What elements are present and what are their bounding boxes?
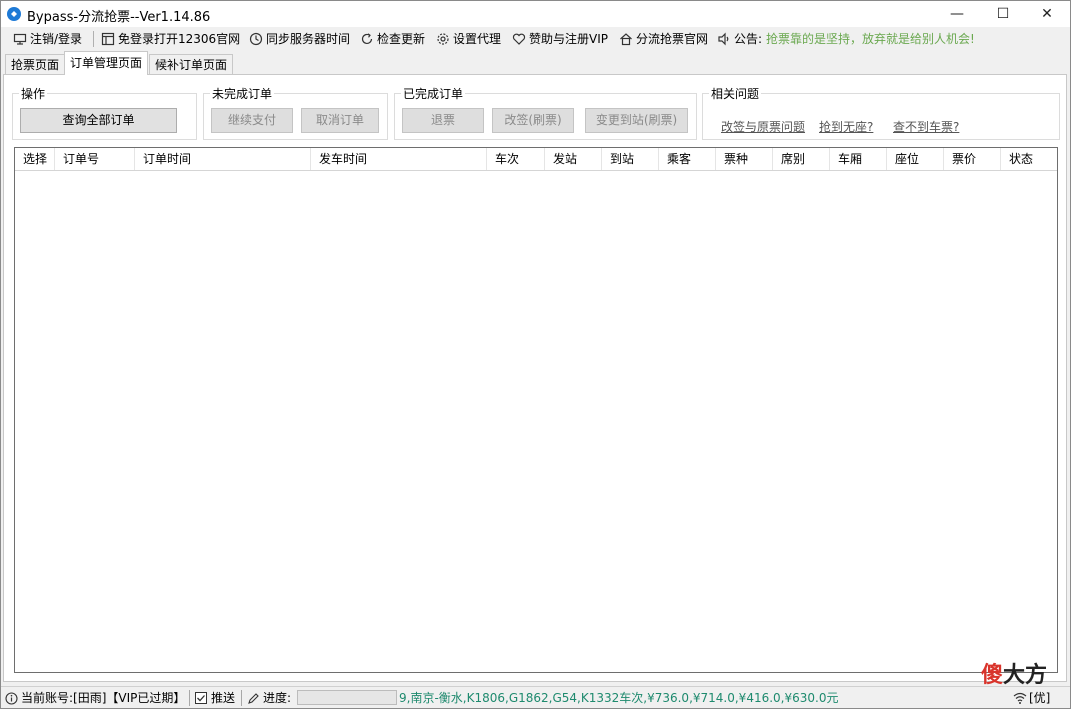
home-icon: [619, 32, 633, 46]
set-proxy-label: 设置代理: [453, 32, 502, 46]
check-update-button[interactable]: 检查更新: [360, 30, 425, 48]
status-divider: [241, 690, 242, 706]
orders-table[interactable]: 选择 订单号 订单时间 发车时间 车次 发站 到站 乘客 票种 席别 车厢 座位…: [14, 147, 1058, 673]
progress-label: 进度:: [263, 691, 292, 705]
app-window: Bypass-分流抢票--Ver1.14.86 — ☐ ✕ 注销/登录 免登录打…: [0, 0, 1071, 709]
watermark-part1: 傻: [981, 663, 1004, 688]
continue-pay-button[interactable]: 继续支付: [211, 108, 293, 133]
column-header-price[interactable]: 票价: [944, 148, 1001, 170]
column-header-passenger[interactable]: 乘客: [659, 148, 716, 170]
push-checkbox[interactable]: 推送: [195, 690, 235, 706]
clock-icon: [249, 32, 263, 46]
network-quality: [优]: [1029, 691, 1051, 705]
account-status: 当前账号:[田雨]【VIP已过期】: [5, 690, 185, 706]
change-ticket-button[interactable]: 改签(刷票): [492, 108, 574, 133]
sponsor-vip-label: 赞助与注册VIP: [529, 32, 608, 46]
info-icon: [5, 691, 18, 705]
table-header: 选择 订单号 订单时间 发车时间 车次 发站 到站 乘客 票种 席别 车厢 座位…: [15, 148, 1057, 171]
notice-text: 抢票靠的是坚持，放弃就是给别人机会!: [766, 32, 975, 46]
gear-icon: [436, 32, 450, 46]
toolbar-divider: [93, 31, 94, 47]
tab-strip: 抢票页面 订单管理页面 候补订单页面: [1, 51, 1070, 75]
column-header-seat-class[interactable]: 席别: [773, 148, 830, 170]
official-site-button[interactable]: 分流抢票官网: [619, 30, 708, 48]
unfinished-group-title: 未完成订单: [210, 85, 275, 102]
title-bar: Bypass-分流抢票--Ver1.14.86 — ☐ ✕: [1, 1, 1070, 27]
column-header-order-time[interactable]: 订单时间: [135, 148, 311, 170]
set-proxy-button[interactable]: 设置代理: [436, 30, 501, 48]
status-divider: [189, 690, 190, 706]
app-logo-icon: [7, 7, 21, 21]
window-title: Bypass-分流抢票--Ver1.14.86: [27, 10, 211, 25]
progress-bar: [297, 690, 397, 705]
unfinished-orders-group: 未完成订单 继续支付 取消订单: [203, 85, 388, 140]
heart-icon: [512, 32, 526, 46]
no-seat-link[interactable]: 抢到无座?: [819, 118, 873, 135]
column-header-ticket-type[interactable]: 票种: [716, 148, 773, 170]
column-header-select[interactable]: 选择: [15, 148, 55, 170]
query-all-orders-button[interactable]: 查询全部订单: [20, 108, 177, 133]
sponsor-vip-button[interactable]: 赞助与注册VIP: [512, 30, 608, 48]
speaker-icon: [717, 32, 731, 46]
cancel-order-button[interactable]: 取消订单: [301, 108, 379, 133]
no-tickets-found-link[interactable]: 查不到车票?: [893, 118, 959, 135]
column-header-order-number[interactable]: 订单号: [55, 148, 135, 170]
column-header-seat[interactable]: 座位: [887, 148, 944, 170]
open-12306-label: 免登录打开12306官网: [118, 32, 241, 46]
monitor-icon: [13, 32, 27, 46]
finished-group-title: 已完成订单: [401, 85, 466, 102]
minimize-button[interactable]: —: [934, 1, 980, 27]
sync-time-button[interactable]: 同步服务器时间: [249, 30, 350, 48]
column-header-departure-time[interactable]: 发车时间: [311, 148, 487, 170]
tab-ticket-grab[interactable]: 抢票页面: [5, 54, 66, 74]
operation-group-title: 操作: [19, 85, 48, 102]
open-12306-button[interactable]: 免登录打开12306官网: [101, 30, 240, 48]
column-header-train-number[interactable]: 车次: [487, 148, 545, 170]
column-header-carriage[interactable]: 车厢: [830, 148, 887, 170]
wifi-icon: [1013, 692, 1027, 704]
tab-waitlist-orders[interactable]: 候补订单页面: [149, 54, 234, 74]
related-group-title: 相关问题: [709, 85, 762, 102]
check-update-label: 检查更新: [377, 32, 426, 46]
notice: 公告: 抢票靠的是坚持，放弃就是给别人机会!: [717, 30, 975, 48]
logout-login-label: 注销/登录: [30, 32, 83, 46]
column-header-from-station[interactable]: 发站: [545, 148, 602, 170]
refund-button[interactable]: 退票: [402, 108, 484, 133]
column-header-to-station[interactable]: 到站: [602, 148, 659, 170]
toolbar: 注销/登录 免登录打开12306官网 同步服务器时间 检查更新 设置代理 赞助与…: [1, 27, 1070, 51]
progress-label-group: 进度:: [247, 690, 291, 706]
related-questions-group: 相关问题 改签与原票问题 抢到无座? 查不到车票?: [702, 85, 1060, 140]
watermark-logo: 傻大方: [981, 657, 1047, 689]
operation-group: 操作 查询全部订单: [12, 85, 197, 140]
pencil-icon: [247, 692, 260, 705]
order-management-panel: 操作 查询全部订单 未完成订单 继续支付 取消订单 已完成订单 退票 改签(刷票…: [3, 74, 1067, 682]
tab-order-management[interactable]: 订单管理页面: [64, 51, 149, 75]
change-original-ticket-link[interactable]: 改签与原票问题: [721, 118, 805, 135]
official-site-label: 分流抢票官网: [636, 32, 709, 46]
close-button[interactable]: ✕: [1024, 1, 1070, 27]
notice-label: 公告:: [734, 32, 763, 46]
finished-orders-group: 已完成订单 退票 改签(刷票) 变更到站(刷票): [394, 85, 697, 140]
logout-login-button[interactable]: 注销/登录: [13, 30, 82, 48]
account-text: 当前账号:[田雨]【VIP已过期】: [21, 691, 186, 705]
checkbox-icon: [195, 692, 207, 704]
change-station-button[interactable]: 变更到站(刷票): [585, 108, 688, 133]
sync-time-label: 同步服务器时间: [266, 32, 351, 46]
watermark-part2: 大方: [1003, 663, 1048, 688]
push-label: 推送: [211, 691, 236, 705]
route-info: 9,南京-衡水,K1806,G1862,G54,K1332车次,¥736.0,¥…: [399, 691, 839, 705]
status-bar: 当前账号:[田雨]【VIP已过期】 推送 进度: 9,南京-衡水,K1806,G…: [1, 686, 1070, 708]
maximize-button[interactable]: ☐: [980, 1, 1026, 27]
refresh-icon: [360, 32, 374, 46]
browser-icon: [101, 32, 115, 46]
network-status: [优]: [1013, 690, 1050, 706]
column-header-status[interactable]: 状态: [1001, 148, 1057, 170]
